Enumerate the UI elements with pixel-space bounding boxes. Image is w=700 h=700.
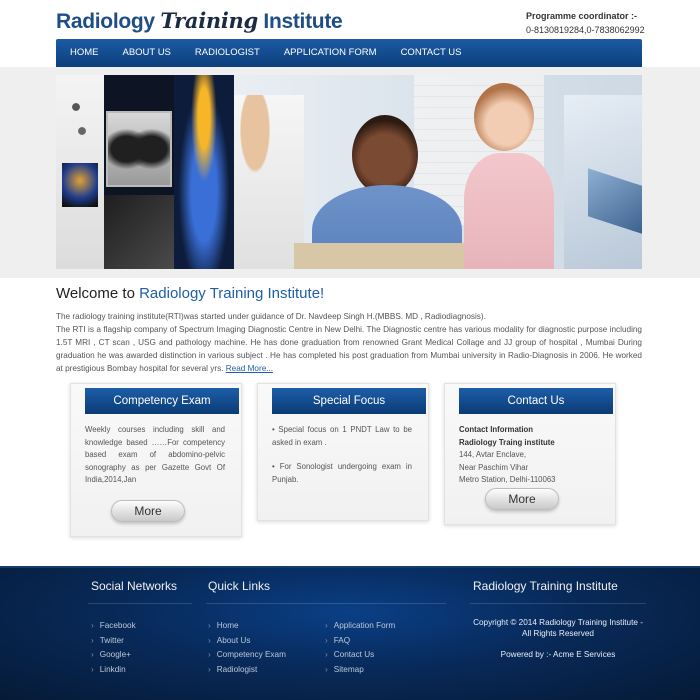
arrow-right-icon: › (91, 621, 94, 630)
arrow-right-icon: › (325, 635, 328, 645)
footer-link-application-form[interactable]: › Application Form (325, 619, 395, 634)
nav-radiologist[interactable]: RADIOLOGIST (183, 39, 272, 67)
welcome-heading: Welcome to Radiology Training Institute! (56, 285, 324, 302)
quick-links-list-1: › Home › About Us › Competency Exam › Radiol… (208, 619, 286, 677)
read-more-link[interactable]: Read More... (226, 364, 273, 373)
banner-photo-doctors (234, 75, 642, 269)
nav-about-us[interactable]: ABOUT US (111, 39, 183, 67)
nav-application-form[interactable]: APPLICATION FORM (272, 39, 389, 67)
scan-thumbnails (56, 75, 104, 269)
intro-text: The radiology training institute(RTI)was… (56, 310, 642, 375)
footer-link-linkedin[interactable]: › Linkdin (91, 663, 136, 678)
doctor-head (352, 115, 418, 195)
contact-us-card: Contact Us Contact Information Radiology… (444, 383, 616, 525)
person-right-uniform (464, 153, 554, 269)
contact-address-line-2: Near Paschim Vihar (459, 462, 529, 472)
arrow-right-icon: › (91, 650, 94, 660)
quick-links-list-2: › Application Form › FAQ › Contact Us › Site… (325, 619, 395, 677)
xray-panel (588, 168, 642, 234)
social-links-list: › Facebook › Twitter › Google+ › Linkdin (91, 619, 136, 677)
logo-text-institute: Institute (257, 10, 343, 33)
person-right-head (474, 83, 534, 151)
competency-exam-text: Weekly courses including skill and knowl… (85, 425, 225, 485)
footer-powered-by: Powered by :- Acme E Services (500, 650, 616, 659)
footer-divider-quick (206, 603, 446, 604)
arrow-right-icon: › (91, 664, 94, 674)
photo-person-right (464, 83, 554, 269)
competency-exam-card: Competency Exam Weekly courses including… (70, 383, 242, 537)
photo-xray-equipment (564, 95, 642, 269)
doppler-scan-image (62, 163, 98, 207)
social-networks-heading: Social Networks (91, 579, 178, 593)
footer-link-contact-us[interactable]: › Contact Us (325, 648, 395, 663)
nav-home[interactable]: HOME (58, 39, 111, 67)
arrow-right-icon: › (325, 621, 328, 630)
banner-medical-scans (56, 75, 234, 269)
footer-link-home[interactable]: › Home (208, 619, 286, 634)
chest-xray-image (106, 111, 172, 187)
footer-link-twitter[interactable]: › Twitter (91, 634, 136, 649)
logo-text-training: Training (160, 8, 258, 33)
quick-links-heading: Quick Links (208, 579, 271, 593)
contact-more-button[interactable]: More (485, 488, 559, 510)
hero-banner (56, 75, 642, 269)
contact-info-label: Contact Information (459, 425, 534, 434)
contact-us-title: Contact Us (459, 388, 613, 414)
footer-link-sitemap[interactable]: › Sitemap (325, 663, 395, 678)
special-focus-item-2: • For Sonologist undergoing exam in Punj… (272, 462, 412, 484)
arrow-right-icon: › (325, 650, 328, 660)
coordinator-phones: 0-8130819284,0-7838062992 (526, 25, 645, 35)
special-focus-item-1: • Special focus on 1 PNDT Law to be aske… (272, 425, 412, 447)
arrow-right-icon: › (208, 635, 211, 645)
pet-scan-image (174, 75, 234, 269)
footer-copyright: Copyright © 2014 Radiology Training Inst… (473, 618, 643, 638)
footer-link-about-us[interactable]: › About Us (208, 634, 286, 649)
arrow-right-icon: › (208, 650, 211, 660)
contact-address-line-3: Metro Station, Delhi-110063 (459, 475, 556, 485)
arrow-right-icon: › (208, 621, 211, 630)
nav-contact-us[interactable]: CONTACT US (389, 39, 474, 67)
arrow-right-icon: › (91, 635, 94, 645)
contact-us-text: Contact Information Radiology Traing ins… (459, 424, 599, 487)
logo-text-radiology: Radiology (56, 10, 161, 33)
contact-institute-name: Radiology Traing institute (459, 437, 555, 447)
special-focus-card: Special Focus • Special focus on 1 PNDT … (257, 383, 429, 521)
site-logo[interactable]: Radiology Training Institute (56, 8, 343, 34)
special-focus-title: Special Focus (272, 388, 426, 414)
scan-strip-image (104, 195, 174, 269)
footer-link-competency-exam[interactable]: › Competency Exam (208, 648, 286, 663)
footer-link-radiologist[interactable]: › Radiologist (208, 663, 286, 678)
footer-link-facebook[interactable]: › Facebook (91, 619, 136, 634)
intro-paragraph-2-text: The RTI is a flagship company of Spectru… (56, 325, 642, 373)
special-focus-text: • Special focus on 1 PNDT Law to be aske… (272, 424, 412, 486)
intro-paragraph-1: The radiology training institute(RTI)was… (56, 312, 486, 321)
footer-link-google-plus[interactable]: › Google+ (91, 648, 136, 663)
welcome-prefix: Welcome to (56, 285, 140, 302)
footer-divider-social (88, 603, 192, 604)
arrow-right-icon: › (208, 664, 211, 674)
competency-more-button[interactable]: More (111, 500, 185, 522)
programme-coordinator: Programme coordinator :- 0-8130819284,0-… (526, 9, 645, 37)
arrow-right-icon: › (325, 664, 328, 674)
scan-dots-image (64, 89, 94, 149)
intro-paragraph-2: The RTI is a flagship company of Spectru… (56, 323, 642, 375)
footer-divider-institute (470, 603, 646, 604)
footer-institute-heading: Radiology Training Institute (473, 579, 618, 593)
contact-address-line-1: 144, Avtar Enclave, (459, 450, 527, 460)
welcome-institute-name: Radiology Training Institute! (139, 285, 325, 302)
coordinator-label: Programme coordinator :- (526, 11, 638, 21)
footer-top-border (0, 566, 700, 568)
main-nav: HOME ABOUT US RADIOLOGIST APPLICATION FO… (56, 39, 642, 67)
competency-exam-title: Competency Exam (85, 388, 239, 414)
footer-link-faq[interactable]: › FAQ (325, 634, 395, 649)
site-footer: Social Networks Quick Links Radiology Tr… (0, 566, 700, 700)
